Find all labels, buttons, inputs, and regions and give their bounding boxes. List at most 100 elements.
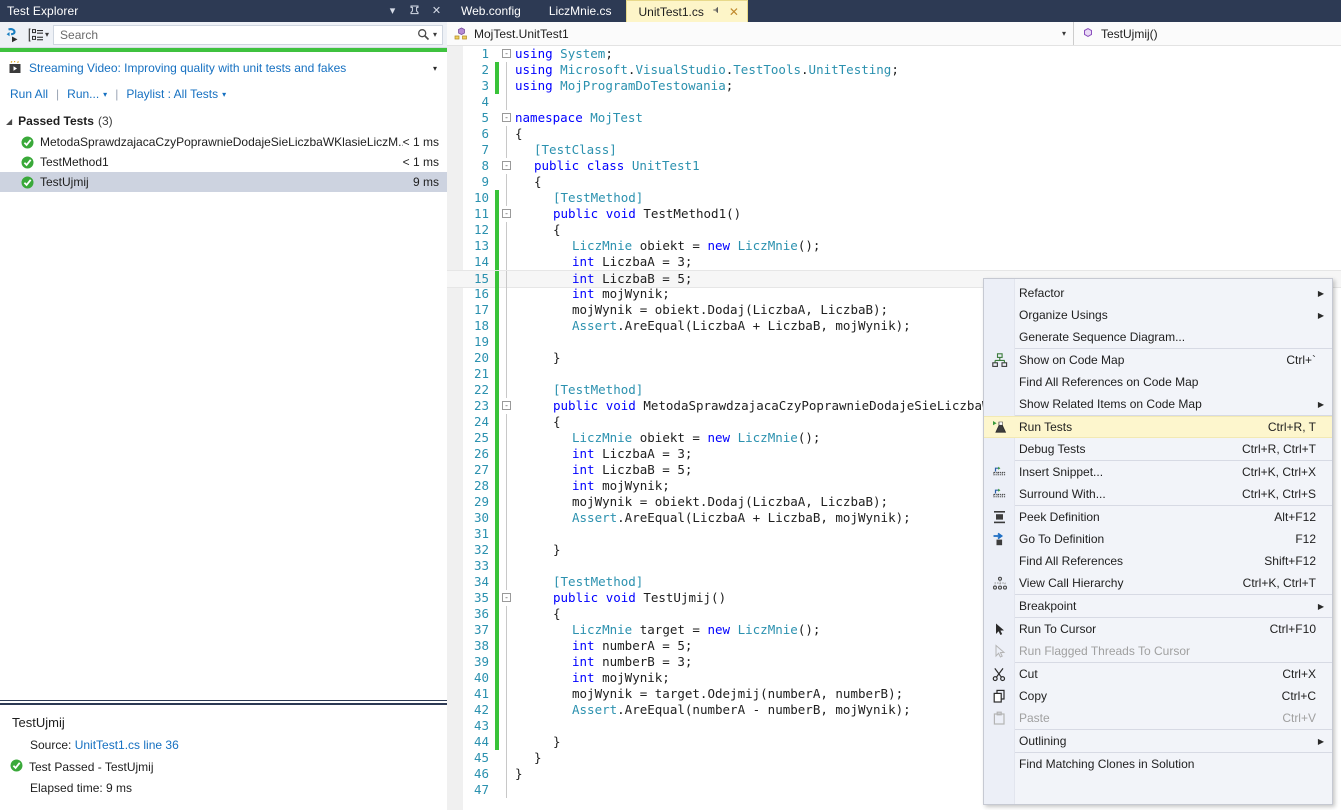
test-group-label: Passed Tests <box>18 114 94 128</box>
indent-guide <box>506 334 507 350</box>
context-menu-item-run-tests[interactable]: Run Tests Ctrl+R, T <box>984 416 1332 438</box>
run-tests-icon[interactable] <box>0 27 24 43</box>
close-icon[interactable]: ✕ <box>430 5 443 17</box>
source-link[interactable]: UnitTest1.cs line 36 <box>75 738 179 752</box>
code-line: 4 <box>447 94 1341 110</box>
tab-unittest1-cs[interactable]: UnitTest1.cs ✕ <box>625 0 748 22</box>
code-text: } <box>553 542 561 557</box>
code-line: 7 [TestClass] <box>447 142 1341 158</box>
pin-icon[interactable] <box>408 5 421 18</box>
fold-toggle-icon[interactable]: - <box>502 401 511 410</box>
indent-guide <box>506 718 507 734</box>
paste-icon <box>984 711 1015 726</box>
search-icon[interactable] <box>417 28 433 41</box>
line-number: 10 <box>473 190 489 205</box>
context-menu-item-organize-usings[interactable]: Organize Usings ▶ <box>984 304 1332 326</box>
run-button[interactable]: Run... <box>67 87 99 101</box>
test-name: MetodaSprawdzajacaCzyPoprawnieDodajeSieL… <box>40 135 403 149</box>
streaming-video-link[interactable]: Streaming Video: Improving quality with … <box>29 61 346 75</box>
change-indicator <box>495 622 499 638</box>
change-indicator <box>495 654 499 670</box>
run-all-button[interactable]: Run All <box>10 87 48 101</box>
test-list-item[interactable]: TestMethod1 < 1 ms <box>0 152 447 172</box>
change-indicator <box>495 302 499 318</box>
line-number: 16 <box>473 286 489 301</box>
context-menu-item-surround-with[interactable]: Surround With... Ctrl+K, Ctrl+S <box>984 483 1332 505</box>
context-menu-item-shortcut: Ctrl+` <box>1286 353 1316 367</box>
test-list-item[interactable]: MetodaSprawdzajacaCzyPoprawnieDodajeSieL… <box>0 132 447 152</box>
test-group-header-passed[interactable]: ◢ Passed Tests (3) <box>0 112 447 130</box>
context-menu-item-shortcut: Ctrl+K, Ctrl+X <box>1241 465 1316 479</box>
change-indicator <box>495 670 499 686</box>
test-explorer-title-bar: Test Explorer ▾ ✕ <box>0 0 447 22</box>
context-menu-item-peek-definition[interactable]: Peek Definition Alt+F12 <box>984 506 1332 528</box>
line-number: 39 <box>473 654 489 669</box>
search-input[interactable]: Search ▾ <box>53 24 443 45</box>
context-menu-item-insert-snippet[interactable]: Insert Snippet... Ctrl+K, Ctrl+X <box>984 461 1332 483</box>
code-text: public class UnitTest1 <box>534 158 700 173</box>
run-caret-icon[interactable]: ▾ <box>103 90 107 99</box>
context-menu-item-cut[interactable]: Cut Ctrl+X <box>984 663 1332 685</box>
context-menu-item-find-matching-clones-in-solution[interactable]: Find Matching Clones in Solution <box>984 753 1332 775</box>
fold-toggle-icon[interactable]: - <box>502 161 511 170</box>
tab-web-config[interactable]: Web.config <box>447 0 535 22</box>
code-text: int LiczbaA = 3; <box>572 446 693 461</box>
code-text: { <box>534 174 542 189</box>
change-indicator <box>495 334 499 350</box>
search-caret-icon[interactable]: ▾ <box>433 30 442 39</box>
editor-navigation-bar: MojTest.UnitTest1 ▾ TestUjmij() <box>447 22 1341 46</box>
context-menu-item-debug-tests[interactable]: Debug Tests Ctrl+R, Ctrl+T <box>984 438 1332 460</box>
indent-guide <box>506 446 507 462</box>
tab-liczmnie-cs[interactable]: LiczMnie.cs <box>535 0 626 22</box>
context-menu-item-label: Breakpoint <box>1019 599 1077 613</box>
fold-toggle-icon[interactable]: - <box>502 209 511 218</box>
indent-guide <box>506 782 507 798</box>
test-list-item-selected[interactable]: TestUjmij 9 ms <box>0 172 447 192</box>
context-menu-item-outlining[interactable]: Outlining ▶ <box>984 730 1332 752</box>
context-menu-item-label: Show Related Items on Code Map <box>1019 397 1202 411</box>
indent-guide <box>506 606 507 622</box>
context-menu-item-go-to-definition[interactable]: Go To Definition F12 <box>984 528 1332 550</box>
group-by-caret-icon[interactable]: ▾ <box>45 30 49 39</box>
expand-triangle-icon[interactable]: ◢ <box>6 117 12 126</box>
copy-icon <box>984 689 1015 704</box>
context-menu-item-refactor[interactable]: Refactor ▶ <box>984 282 1332 304</box>
context-menu-item-copy[interactable]: Copy Ctrl+C <box>984 685 1332 707</box>
indent-guide <box>506 558 507 574</box>
context-menu-item-view-call-hierarchy[interactable]: View Call Hierarchy Ctrl+K, Ctrl+T <box>984 572 1332 594</box>
chevron-down-icon[interactable]: ▾ <box>386 5 399 17</box>
close-icon[interactable]: ✕ <box>729 5 739 19</box>
playlist-caret-icon[interactable]: ▾ <box>222 90 226 99</box>
context-menu-item-label: Run To Cursor <box>1019 622 1097 636</box>
type-dropdown[interactable]: MojTest.UnitTest1 ▾ <box>447 22 1074 45</box>
context-menu-item-breakpoint[interactable]: Breakpoint ▶ <box>984 595 1332 617</box>
streaming-video-row[interactable]: Streaming Video: Improving quality with … <box>0 56 447 80</box>
fold-toggle-icon[interactable]: - <box>502 49 511 58</box>
context-menu-item-show-related-items-on-code-map[interactable]: Show Related Items on Code Map ▶ <box>984 393 1332 415</box>
fold-toggle-icon[interactable]: - <box>502 593 511 602</box>
chevron-down-icon[interactable]: ▾ <box>433 64 437 73</box>
fold-toggle-icon[interactable]: - <box>502 113 511 122</box>
context-menu-item-show-on-code-map[interactable]: Show on Code Map Ctrl+` <box>984 349 1332 371</box>
context-menu-item-find-all-references-on-code-map[interactable]: Find All References on Code Map <box>984 371 1332 393</box>
pin-icon[interactable] <box>712 5 722 18</box>
editor-context-menu[interactable]: Refactor ▶ Organize Usings ▶ Generate Sequen… <box>983 278 1333 805</box>
chevron-down-icon[interactable]: ▾ <box>1062 29 1073 38</box>
cursor-arrow-icon <box>984 643 1015 659</box>
context-menu-item-run-to-cursor[interactable]: Run To Cursor Ctrl+F10 <box>984 618 1332 640</box>
indent-guide <box>506 126 507 142</box>
context-menu-item-shortcut: F12 <box>1295 532 1316 546</box>
code-text: { <box>553 414 561 429</box>
line-number: 11 <box>473 206 489 221</box>
code-text: Assert.AreEqual(LiczbaA + LiczbaB, mojWy… <box>572 318 911 333</box>
code-text: Assert.AreEqual(LiczbaA + LiczbaB, mojWy… <box>572 510 911 525</box>
code-line: 12 { <box>447 222 1341 238</box>
member-dropdown[interactable]: TestUjmij() <box>1074 22 1341 45</box>
line-number: 8 <box>481 158 489 173</box>
context-menu-item-find-all-references[interactable]: Find All References Shift+F12 <box>984 550 1332 572</box>
line-number: 22 <box>473 382 489 397</box>
indent-guide <box>506 734 507 750</box>
playlist-button[interactable]: Playlist : All Tests <box>126 87 218 101</box>
context-menu-item-generate-sequence-diagram[interactable]: Generate Sequence Diagram... <box>984 326 1332 348</box>
context-menu-item-label: Go To Definition <box>1019 532 1105 546</box>
